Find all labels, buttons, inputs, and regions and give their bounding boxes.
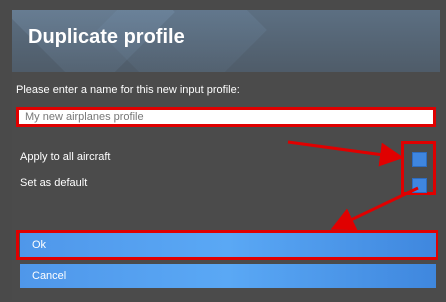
arrow-to-checkboxes bbox=[287, 140, 404, 167]
arrow-to-ok-button bbox=[330, 186, 419, 231]
annotation-arrows bbox=[287, 140, 419, 231]
